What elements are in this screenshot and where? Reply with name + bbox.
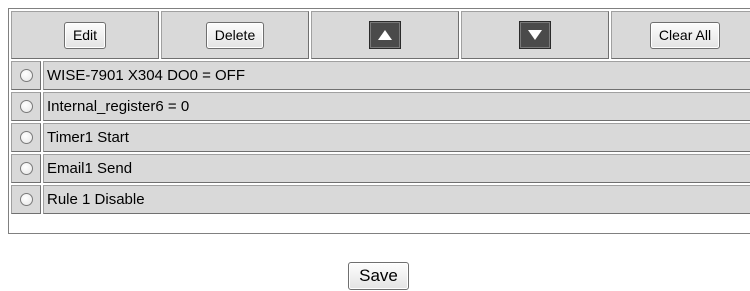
toolbar-cell-move-up (311, 11, 459, 59)
radio-cell (11, 61, 41, 90)
action-radio[interactable] (19, 69, 33, 82)
list-item: Internal_register6 = 0 (11, 92, 750, 121)
triangle-up-icon (378, 30, 392, 40)
action-rows: WISE-7901 X304 DO0 = OFF Internal_regist… (11, 61, 750, 216)
radio-cell (11, 123, 41, 152)
move-down-button[interactable] (519, 21, 551, 49)
action-radio[interactable] (19, 193, 33, 206)
action-label: Timer1 Start (43, 123, 750, 152)
save-button[interactable]: Save (348, 262, 409, 290)
delete-button[interactable]: Delete (205, 21, 265, 49)
action-list-panel: Edit Delete Clear All WISE-7901 X304 DO0… (8, 8, 750, 234)
toolbar-cell-edit: Edit (11, 11, 159, 59)
action-label: Email1 Send (43, 154, 750, 183)
toolbar-cell-clear-all: Clear All (611, 11, 750, 59)
action-radio[interactable] (19, 162, 33, 175)
action-radio[interactable] (19, 100, 33, 113)
action-toolbar: Edit Delete Clear All (11, 11, 750, 59)
edit-button[interactable]: Edit (63, 21, 107, 49)
move-up-button[interactable] (369, 21, 401, 49)
action-radio[interactable] (19, 131, 33, 144)
action-label: WISE-7901 X304 DO0 = OFF (43, 61, 750, 90)
radio-cell (11, 154, 41, 183)
list-item: Rule 1 Disable (11, 185, 750, 214)
list-item: Timer1 Start (11, 123, 750, 152)
toolbar-cell-move-down (461, 11, 609, 59)
footer: Save (0, 262, 750, 290)
list-item: Email1 Send (11, 154, 750, 183)
radio-cell (11, 92, 41, 121)
action-label: Internal_register6 = 0 (43, 92, 750, 121)
triangle-down-icon (528, 30, 542, 40)
list-item: WISE-7901 X304 DO0 = OFF (11, 61, 750, 90)
toolbar-cell-delete: Delete (161, 11, 309, 59)
clear-all-button[interactable]: Clear All (649, 21, 721, 49)
action-label: Rule 1 Disable (43, 185, 750, 214)
radio-cell (11, 185, 41, 214)
